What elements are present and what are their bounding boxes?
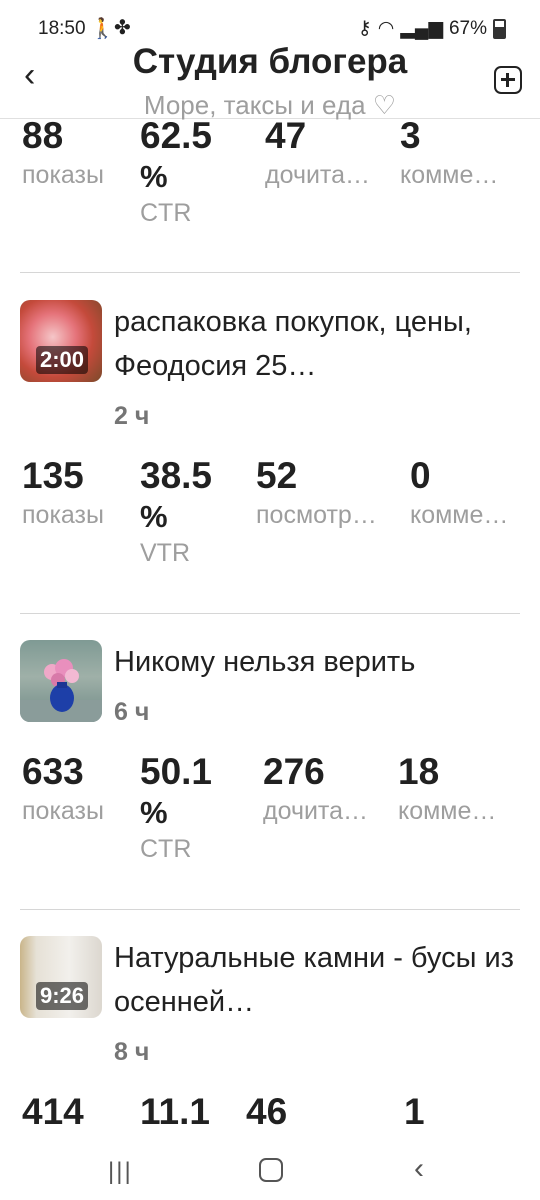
system-nav-bar: ||| ‹ xyxy=(0,1140,540,1200)
stat-reads: 47 дочита… xyxy=(265,118,370,192)
wifi-icon: ◠ xyxy=(377,18,395,39)
stat-value: 52 xyxy=(256,455,298,496)
stat-comments: 3 комме… xyxy=(400,118,498,192)
post-list[interactable]: 88 показы 62.5 % CTR 47 дочита… 3 комме…… xyxy=(0,118,540,1138)
page-title: Студия блогера xyxy=(132,42,408,81)
stat-label: дочита… xyxy=(265,161,371,189)
stats-row: 414 11.1 46 1 xyxy=(0,1090,540,1138)
stat-impressions: 414 xyxy=(22,1090,84,1134)
stat-label: комме… xyxy=(410,501,509,529)
post-card[interactable]: Никому нельзя верить 6 ч xyxy=(0,638,540,768)
fan-icon: ✤ xyxy=(114,17,131,39)
stat-percent: % xyxy=(140,795,168,830)
stat-value: 62.5 xyxy=(140,118,213,156)
divider xyxy=(20,613,520,614)
post-card[interactable]: 9:26 Натуральные камни - бусы из осенней… xyxy=(0,934,540,1066)
flower-vase-image xyxy=(20,659,102,722)
key-icon: ⚷ xyxy=(357,18,372,39)
battery-icon xyxy=(493,18,506,39)
app-header: ‹ Студия блогера Море, таксы и еда ♡ xyxy=(0,40,540,120)
post-title: распаковка покупок, цены, Феодосия 25… xyxy=(114,306,472,382)
stat-value: 276 xyxy=(263,751,325,792)
stat-value: 46 xyxy=(246,1091,288,1132)
stat-reads: 276 дочита… xyxy=(263,750,368,828)
video-duration: 2:00 xyxy=(36,346,89,374)
stat-comments: 1 xyxy=(404,1090,425,1134)
stat-rate: 50.1 % CTR xyxy=(140,750,212,866)
stat-rate: 11.1 xyxy=(140,1090,210,1134)
stat-label: показы xyxy=(22,501,104,529)
stat-value: 88 xyxy=(22,118,64,156)
stat-value: 0 xyxy=(410,455,431,496)
stat-value: 135 xyxy=(22,455,84,496)
post-age: 6 ч xyxy=(114,698,150,726)
stat-label: CTR xyxy=(140,199,192,227)
home-icon[interactable] xyxy=(259,1158,283,1182)
stat-value: 633 xyxy=(22,751,84,792)
add-post-icon[interactable] xyxy=(494,66,522,94)
stat-rate: 62.5 % CTR xyxy=(140,118,212,230)
stat-comments: 18 комме… xyxy=(398,750,496,828)
stat-label: посмотр… xyxy=(256,501,377,529)
stat-label: показы xyxy=(22,797,104,825)
video-duration: 9:26 xyxy=(36,982,89,1010)
signal-icon: ▂▄▆ xyxy=(400,18,443,39)
stat-value: 47 xyxy=(265,118,307,156)
status-time: 18:50 xyxy=(38,18,86,39)
stat-percent: % xyxy=(140,499,168,534)
stat-percent: % xyxy=(140,159,168,194)
stat-impressions: 88 показы xyxy=(22,118,104,192)
divider xyxy=(20,909,520,910)
stat-views: 52 посмотр… xyxy=(256,454,377,532)
stat-label: комме… xyxy=(400,161,499,189)
stat-impressions: 633 показы xyxy=(22,750,104,828)
post-thumbnail xyxy=(20,640,102,722)
stat-views: 46 xyxy=(246,1090,287,1134)
stat-value: 1 xyxy=(404,1091,425,1132)
stats-row: 88 показы 62.5 % CTR 47 дочита… 3 комме… xyxy=(0,118,540,244)
stats-row: 135 показы 38.5 % VTR 52 посмотр… 0 комм… xyxy=(0,454,540,584)
post-thumbnail: 2:00 xyxy=(20,300,102,382)
stat-value: 414 xyxy=(22,1091,84,1132)
channel-name: Море, таксы и еда ♡ xyxy=(143,90,397,120)
stats-row: 633 показы 50.1 % CTR 276 дочита… 18 ком… xyxy=(0,750,540,880)
walking-icon: 🚶 xyxy=(90,18,115,40)
stat-value: 18 xyxy=(398,751,440,792)
stat-value: 50.1 xyxy=(140,751,213,792)
stat-label: VTR xyxy=(140,539,190,567)
post-title: Натуральные камни - бусы из осенней… xyxy=(114,942,514,1018)
stat-rate: 38.5 % VTR xyxy=(140,454,212,570)
stat-value: 38.5 xyxy=(140,455,213,496)
post-age: 8 ч xyxy=(114,1038,150,1066)
status-right: ⚷ ◠ ▂▄▆ 67% xyxy=(358,17,506,40)
post-card[interactable]: 2:00 распаковка покупок, цены, Феодосия … xyxy=(0,298,540,430)
back-nav-icon[interactable]: ‹ xyxy=(414,1152,424,1186)
stat-value: 3 xyxy=(400,118,421,156)
stat-label: показы xyxy=(22,161,104,189)
divider xyxy=(20,272,520,273)
battery-percent: 67% xyxy=(448,17,487,39)
post-age: 2 ч xyxy=(114,402,150,430)
post-title: Никому нельзя верить xyxy=(114,646,416,678)
stat-label: дочита… xyxy=(263,797,369,825)
post-thumbnail: 9:26 xyxy=(20,936,102,1018)
stat-value: 11.1 xyxy=(140,1091,210,1132)
stat-label: CTR xyxy=(140,835,192,863)
stat-label: комме… xyxy=(398,797,497,825)
stat-comments: 0 комме… xyxy=(410,454,508,532)
stat-impressions: 135 показы xyxy=(22,454,104,532)
recents-icon[interactable]: ||| xyxy=(108,1158,133,1186)
